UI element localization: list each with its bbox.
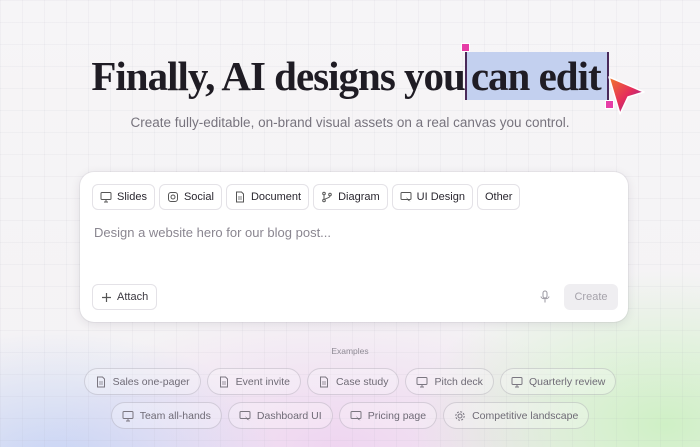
prompt-input[interactable] bbox=[94, 225, 594, 240]
example-label: Pitch deck bbox=[434, 375, 483, 388]
chip-label: Diagram bbox=[338, 191, 380, 203]
example-team-all-hands[interactable]: Team all-hands bbox=[110, 402, 222, 429]
example-label: Event invite bbox=[235, 375, 290, 388]
example-label: Pricing page bbox=[367, 409, 427, 422]
chip-ui-design[interactable]: UI Design bbox=[391, 184, 473, 210]
hero-headline: Finally, AI designs you can edit bbox=[0, 43, 700, 109]
example-case-study[interactable]: Case study bbox=[306, 368, 400, 395]
ui-design-icon bbox=[239, 410, 251, 420]
examples-row-2: Team all-hands Dashboard UI Pricing page… bbox=[0, 402, 700, 429]
chip-label: Document bbox=[250, 191, 302, 203]
category-chips: Slides Social Document Diagram UI Design… bbox=[92, 184, 521, 210]
headline-selected-text[interactable]: can edit bbox=[460, 43, 614, 109]
document-icon bbox=[219, 376, 228, 387]
document-icon bbox=[96, 376, 105, 387]
chip-label: Slides bbox=[117, 191, 147, 203]
example-label: Case study bbox=[335, 375, 389, 388]
example-dashboard-ui[interactable]: Dashboard UI bbox=[227, 402, 333, 429]
ui-design-icon bbox=[350, 410, 362, 420]
create-button[interactable]: Create bbox=[564, 284, 618, 310]
presentation-icon bbox=[511, 376, 523, 387]
instagram-icon bbox=[167, 192, 178, 202]
prompt-composer: Slides Social Document Diagram UI Design… bbox=[80, 172, 628, 322]
headline-highlight: can edit bbox=[470, 53, 602, 99]
attach-label: Attach bbox=[117, 291, 149, 303]
example-label: Dashboard UI bbox=[256, 409, 322, 422]
example-label: Team all-hands bbox=[139, 409, 211, 422]
examples-row-1: Sales one-pager Event invite Case study … bbox=[0, 368, 700, 395]
example-label: Quarterly review bbox=[528, 375, 606, 388]
presentation-icon bbox=[122, 410, 134, 421]
example-quarterly-review[interactable]: Quarterly review bbox=[499, 368, 617, 395]
hero-subtitle: Create fully-editable, on-brand visual a… bbox=[130, 115, 570, 130]
example-event-invite[interactable]: Event invite bbox=[206, 368, 301, 395]
document-icon bbox=[235, 191, 244, 203]
example-pricing-page[interactable]: Pricing page bbox=[338, 402, 438, 429]
microphone-icon[interactable] bbox=[539, 290, 551, 304]
example-pitch-deck[interactable]: Pitch deck bbox=[405, 368, 494, 395]
chip-slides[interactable]: Slides bbox=[92, 184, 155, 210]
chip-document[interactable]: Document bbox=[225, 184, 310, 210]
selection-handle-top[interactable] bbox=[460, 43, 470, 52]
chip-social[interactable]: Social bbox=[158, 184, 222, 210]
attach-button[interactable]: Attach bbox=[92, 284, 158, 310]
chip-label: Other bbox=[484, 191, 513, 203]
plus-icon bbox=[102, 292, 111, 302]
branch-icon bbox=[322, 191, 332, 203]
example-sales-one-pager[interactable]: Sales one-pager bbox=[83, 368, 201, 395]
chip-label: UI Design bbox=[416, 191, 465, 203]
chip-label: Social bbox=[183, 191, 214, 203]
headline-lead: Finally, AI designs you bbox=[91, 53, 465, 99]
document-icon bbox=[319, 376, 328, 387]
example-label: Competitive landscape bbox=[472, 409, 579, 422]
examples-label: Examples bbox=[331, 346, 369, 356]
presentation-icon bbox=[416, 376, 428, 387]
chip-diagram[interactable]: Diagram bbox=[313, 184, 388, 210]
presentation-icon bbox=[100, 192, 112, 203]
chip-other[interactable]: Other bbox=[476, 184, 521, 210]
gear-icon bbox=[455, 410, 465, 421]
pointer-cursor-icon bbox=[608, 76, 645, 115]
example-competitive-landscape[interactable]: Competitive landscape bbox=[443, 402, 590, 429]
example-label: Sales one-pager bbox=[112, 375, 190, 388]
ui-design-icon bbox=[400, 192, 412, 202]
